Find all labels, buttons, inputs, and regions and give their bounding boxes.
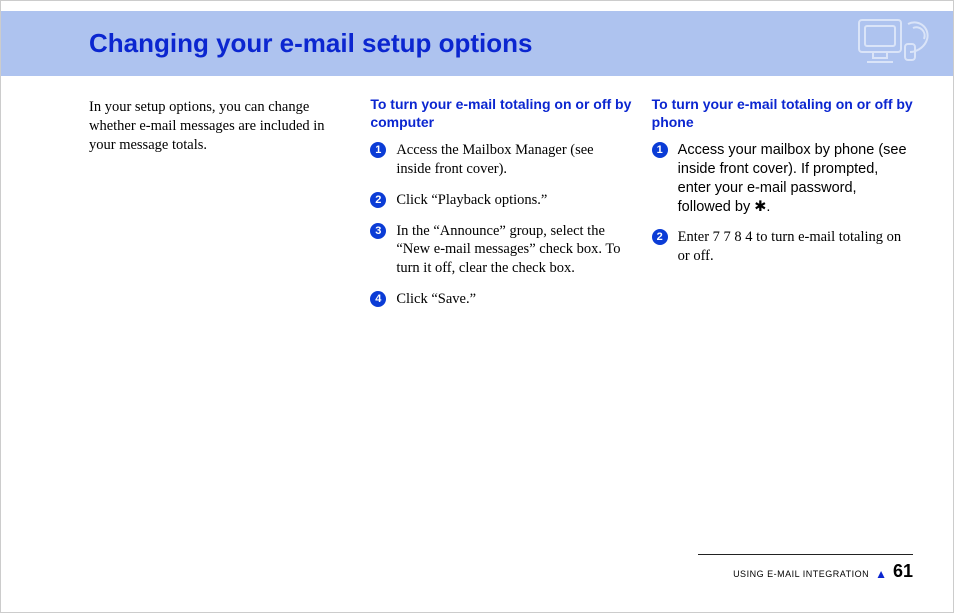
- step-text: Access the Mailbox Manager (see inside f…: [396, 142, 593, 177]
- computer-steps-column: To turn your e-mail totaling on or off b…: [370, 96, 631, 321]
- list-item: 4 Click “Save.”: [370, 290, 631, 309]
- page-footer: USING E-MAIL INTEGRATION ▲ 61: [698, 554, 913, 582]
- intro-column: In your setup options, you can change wh…: [89, 96, 350, 321]
- computer-heading: To turn your e-mail totaling on or off b…: [370, 96, 631, 131]
- phone-heading: To turn your e-mail totaling on or off b…: [652, 96, 913, 131]
- phone-steps-column: To turn your e-mail totaling on or off b…: [652, 96, 913, 321]
- page-title: Changing your e-mail setup options: [89, 28, 532, 59]
- computer-steps-list: 1 Access the Mailbox Manager (see inside …: [370, 141, 631, 309]
- phone-steps-list: 1 Access your mailbox by phone (see insid…: [652, 141, 913, 266]
- step-number-icon: 4: [370, 291, 386, 307]
- computer-phone-icon: [853, 14, 943, 69]
- step-text: Click “Playback options.”: [396, 192, 547, 208]
- document-page: Changing your e-mail setup options In yo…: [0, 0, 954, 613]
- step-number-icon: 3: [370, 223, 386, 239]
- content-columns: In your setup options, you can change wh…: [89, 96, 913, 321]
- header-decorative-icons: [853, 14, 943, 74]
- page-number: 61: [893, 561, 913, 582]
- list-item: 1 Access the Mailbox Manager (see inside …: [370, 141, 631, 179]
- step-number-icon: 1: [370, 142, 386, 158]
- intro-text: In your setup options, you can change wh…: [89, 98, 350, 155]
- step-text: Click “Save.”: [396, 291, 476, 307]
- list-item: 2 Enter 7 7 8 4 to turn e-mail totaling o…: [652, 228, 913, 266]
- step-number-icon: 2: [652, 229, 668, 245]
- step-number-icon: 1: [652, 142, 668, 158]
- step-text: In the “Announce” group, select the “New…: [396, 223, 620, 277]
- header-band: Changing your e-mail setup options: [1, 11, 953, 76]
- footer-section-label: USING E-MAIL INTEGRATION: [733, 569, 869, 579]
- list-item: 3 In the “Announce” group, select the “Ne…: [370, 222, 631, 279]
- list-item: 1 Access your mailbox by phone (see insid…: [652, 141, 913, 216]
- list-item: 2 Click “Playback options.”: [370, 191, 631, 210]
- step-text: Enter 7 7 8 4 to turn e-mail totaling on…: [678, 229, 902, 264]
- step-number-icon: 2: [370, 192, 386, 208]
- step-text: Access your mailbox by phone (see inside…: [678, 142, 907, 215]
- triangle-icon: ▲: [875, 567, 887, 582]
